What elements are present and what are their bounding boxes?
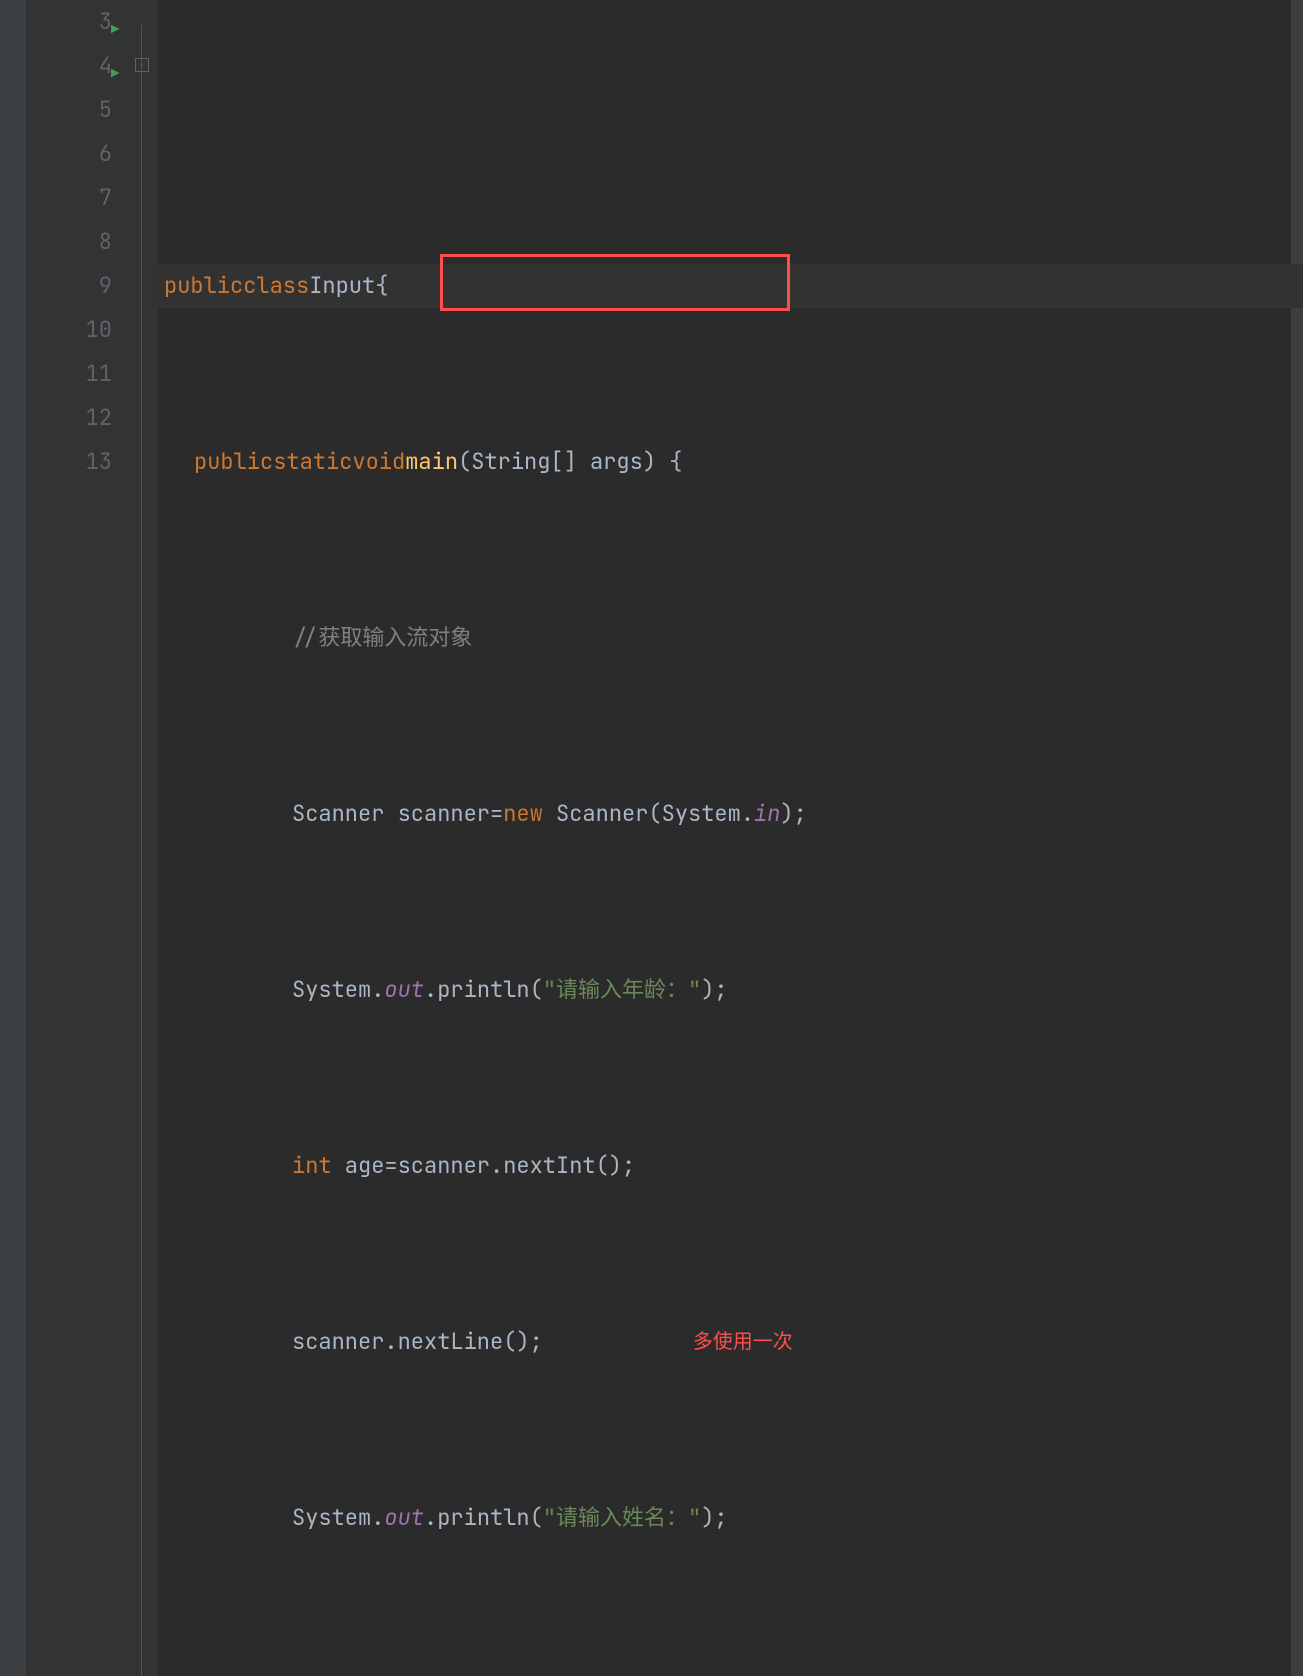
kw: public <box>194 440 273 484</box>
kw: public <box>164 264 243 308</box>
t: age=scanner.nextInt(); <box>332 1144 636 1188</box>
t: ); <box>780 792 806 836</box>
t: System. <box>292 968 384 1012</box>
run-gutter-icon[interactable]: ▶ <box>111 52 119 96</box>
kw: int <box>292 1144 332 1188</box>
args: (String[] args) { <box>458 440 682 484</box>
fold-guide <box>141 25 142 1676</box>
code-editor: ▶ ▶ 3 4 5 6 7 8 9 10 11 12 13 − public c… <box>0 0 1303 1676</box>
string: "请输入姓名：" <box>543 1496 701 1540</box>
line-number: 8 <box>27 220 112 264</box>
line-number: 13 <box>27 440 112 484</box>
scrollbar[interactable] <box>1291 0 1303 1676</box>
comment: //获取输入流对象 <box>292 616 472 660</box>
t: System. <box>292 1496 384 1540</box>
t: scanner.nextLine(); <box>292 1320 543 1364</box>
class-name: Input <box>309 264 375 308</box>
line-number: 7 <box>27 176 112 220</box>
method-name: main <box>405 440 458 484</box>
t: .println( <box>424 968 543 1012</box>
t: Scanner scanner= <box>292 792 503 836</box>
line-number: 9 <box>27 264 112 308</box>
field: in <box>754 792 780 836</box>
field: out <box>384 968 424 1012</box>
t: String name=scanner.nextLine(); <box>292 1672 701 1676</box>
fold-toggle[interactable]: − <box>135 58 149 72</box>
line-number: 10 <box>27 308 112 352</box>
field: out <box>384 1496 424 1540</box>
annotation-text: 多使用一次 <box>693 1320 793 1364</box>
t: ); <box>701 1496 727 1540</box>
brace: { <box>375 264 388 308</box>
kw: void <box>352 440 405 484</box>
t: ); <box>701 968 727 1012</box>
line-number: 3 <box>27 0 112 44</box>
line-number: 4 <box>27 44 112 88</box>
line-number: 11 <box>27 352 112 396</box>
t: Scanner(System. <box>543 792 754 836</box>
line-number: 5 <box>27 88 112 132</box>
kw: class <box>243 264 309 308</box>
line-number: 12 <box>27 396 112 440</box>
annotation-rect <box>440 254 790 311</box>
fold-column[interactable]: − <box>130 0 158 1676</box>
string: "请输入年龄：" <box>543 968 701 1012</box>
line-number: 6 <box>27 132 112 176</box>
code-content[interactable]: public class Input { public static void … <box>158 0 1303 1676</box>
kw: static <box>273 440 352 484</box>
left-tool-stripe[interactable] <box>0 0 27 1676</box>
line-gutter[interactable]: ▶ ▶ 3 4 5 6 7 8 9 10 11 12 13 <box>27 0 130 1676</box>
t: .println( <box>424 1496 543 1540</box>
run-gutter-icon[interactable]: ▶ <box>111 8 119 52</box>
kw: new <box>503 792 543 836</box>
